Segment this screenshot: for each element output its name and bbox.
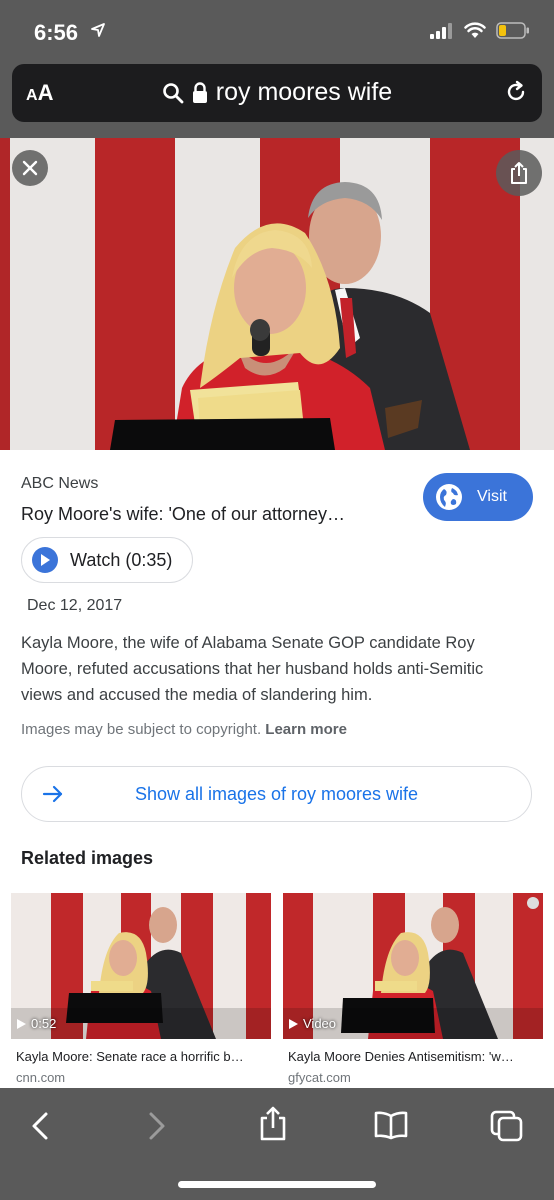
play-icon <box>32 547 58 573</box>
globe-icon <box>436 484 462 510</box>
chevron-left-icon <box>32 1112 48 1140</box>
result-description: Kayla Moore, the wife of Alabama Senate … <box>21 634 484 704</box>
tabs-icon <box>490 1110 523 1142</box>
tabs-button[interactable] <box>490 1110 524 1147</box>
result-date: Dec 12, 2017 <box>27 597 123 614</box>
badge-text: Video <box>303 1016 337 1031</box>
home-indicator[interactable] <box>178 1181 376 1188</box>
related-title[interactable]: Kayla Moore: Senate race a horrific b… <box>16 1049 266 1064</box>
visit-label: Visit <box>477 488 507 505</box>
address-bar[interactable]: AA roy moores wife <box>12 64 542 122</box>
arrow-right-icon <box>42 785 63 803</box>
watch-label: Watch (0:35) <box>70 549 173 570</box>
close-button[interactable] <box>12 150 48 186</box>
video-badge: Video <box>289 1016 336 1031</box>
wifi-icon <box>464 22 486 38</box>
signal-icon <box>430 22 452 39</box>
search-icon <box>162 82 184 103</box>
related-item[interactable]: Video Kayla Moore Denies Antisemitism: '… <box>283 893 543 1085</box>
copyright-notice: Images may be subject to copyright. Lear… <box>21 721 347 738</box>
related-item[interactable]: 0:52 Kayla Moore: Senate race a horrific… <box>11 893 271 1085</box>
back-button[interactable] <box>28 1110 52 1147</box>
share-button[interactable] <box>496 150 542 196</box>
related-domain: cnn.com <box>16 1070 66 1085</box>
show-all-label: Show all images of roy moores wife <box>134 783 419 804</box>
status-indicators <box>430 22 530 39</box>
reload-icon[interactable] <box>504 80 528 109</box>
related-images-heading: Related images <box>21 848 154 868</box>
learn-more-link[interactable]: Learn more <box>265 721 347 738</box>
page-content: ABC News Roy Moore's wife: 'One of our a… <box>0 138 554 1088</box>
play-icon <box>17 1018 26 1029</box>
share-icon <box>511 162 527 184</box>
close-icon <box>22 160 38 176</box>
battery-icon <box>496 22 529 39</box>
copyright-text: Images may be subject to copyright. <box>21 721 262 738</box>
url-query-text: roy moores wife <box>215 78 393 106</box>
badge-text: 0:52 <box>31 1016 57 1031</box>
browser-top-chrome: 6:56 AA roy moores wife <box>0 0 554 138</box>
chevron-right-icon <box>149 1112 165 1140</box>
share-toolbar-button[interactable] <box>258 1106 288 1147</box>
visit-button[interactable]: Visit <box>423 473 533 521</box>
forward-button[interactable] <box>145 1110 169 1147</box>
bookmarks-button[interactable] <box>374 1110 408 1145</box>
url-field[interactable]: roy moores wife <box>12 78 542 107</box>
related-title[interactable]: Kayla Moore Denies Antisemitism: 'w… <box>288 1049 538 1064</box>
related-thumbnail[interactable]: 0:52 <box>11 893 271 1039</box>
result-source: ABC News <box>21 475 99 492</box>
show-all-images-button[interactable]: Show all images of roy moores wife <box>21 766 532 822</box>
watch-button[interactable]: Watch (0:35) <box>21 537 193 583</box>
location-arrow-icon <box>90 22 106 43</box>
video-duration-badge: 0:52 <box>17 1016 56 1031</box>
related-domain: gfycat.com <box>288 1070 351 1085</box>
status-time: 6:56 <box>34 20 79 45</box>
lock-icon <box>192 81 207 103</box>
result-title[interactable]: Roy Moore's wife: 'One of our attorney… <box>21 504 401 525</box>
play-icon <box>289 1018 298 1029</box>
book-icon <box>374 1111 408 1140</box>
related-thumbnail[interactable]: Video <box>283 893 543 1039</box>
hero-image[interactable] <box>0 138 554 450</box>
share-icon <box>260 1106 286 1141</box>
